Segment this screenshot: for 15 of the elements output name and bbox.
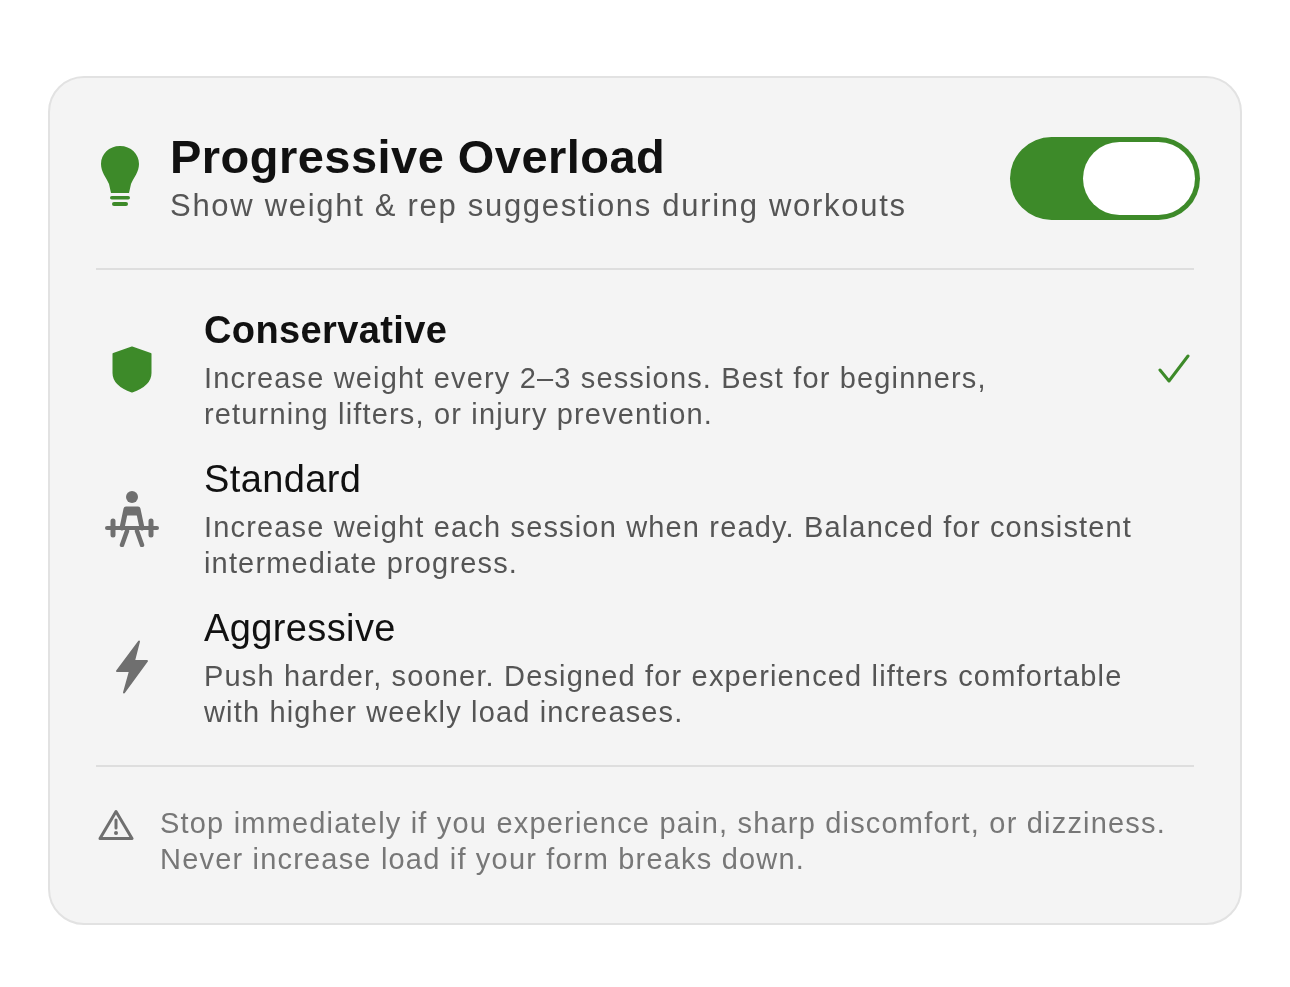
warning-icon: [98, 809, 134, 841]
option-description: Push harder, sooner. Designed for experienced lifters comfortable with higher weekly load increases.: [204, 659, 1124, 730]
shield-icon: [112, 345, 152, 393]
lightbulb-icon: [100, 145, 140, 207]
option-description: Increase weight every 2–3 sessions. Best for beginners, returning lifters, or injury prevention.: [204, 361, 988, 432]
option-description: Increase weight each session when ready. Balanced for consistent intermediate progress.: [204, 510, 1134, 581]
option-title[interactable]: Aggressive: [204, 604, 396, 652]
card-title: Progressive Overload: [170, 132, 666, 182]
checkmark-icon: [1158, 354, 1190, 384]
option-title[interactable]: Standard: [204, 455, 362, 503]
lightning-bolt-icon: [115, 640, 149, 694]
card-subtitle: Show weight & rep suggestions during workouts: [170, 187, 907, 225]
warning-text: Stop immediately if you experience pain, sharp discomfort, or dizziness. Never increase load if your form breaks down.: [160, 806, 1167, 877]
option-title[interactable]: Conservative: [204, 306, 448, 354]
weightlifter-icon: [104, 489, 160, 547]
